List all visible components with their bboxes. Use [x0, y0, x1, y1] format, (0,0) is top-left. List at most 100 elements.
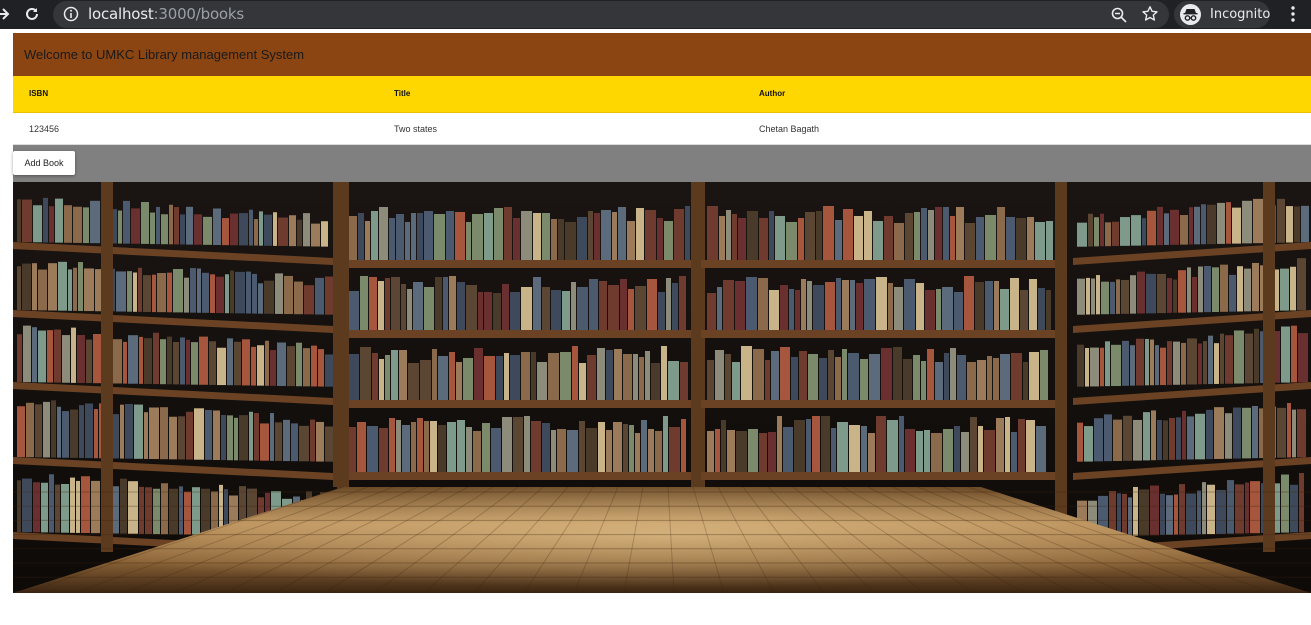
book-spine [994, 281, 999, 330]
book-spine [424, 211, 433, 260]
book-spine [463, 358, 473, 400]
book-spine [160, 407, 168, 460]
book-spine [169, 416, 177, 460]
book-spine [178, 416, 185, 460]
book-spine [1297, 409, 1306, 458]
book-spine [466, 285, 477, 330]
book-spine [118, 210, 122, 244]
book-spine [589, 279, 598, 330]
book-spine [367, 426, 378, 472]
book-spine [905, 429, 915, 472]
book-spine [1252, 405, 1258, 459]
book-spine [1005, 417, 1010, 472]
book-spine [484, 292, 492, 330]
book-spine [521, 211, 532, 260]
book-spine [942, 287, 953, 330]
book-spine [1006, 217, 1015, 260]
book-spine [79, 405, 84, 458]
book-spine [1110, 281, 1115, 315]
book-spine [1142, 218, 1146, 246]
book-spine [491, 428, 501, 472]
book-spine [379, 428, 388, 472]
url-text[interactable]: localhost:3000/books [88, 6, 244, 23]
book-spine [524, 416, 530, 472]
book-spine [242, 339, 250, 386]
book-spine [717, 287, 722, 330]
book-spine [608, 285, 619, 330]
menu-icon[interactable] [1285, 5, 1301, 23]
book-spine [443, 277, 448, 330]
book-spine [964, 276, 974, 330]
book-spine [521, 287, 532, 330]
book-spine [249, 209, 253, 246]
book-spine [225, 274, 229, 314]
book-spine [977, 360, 986, 400]
book-spine [141, 202, 149, 244]
table-row[interactable]: 123456 Two states Chetan Bagath [13, 113, 1311, 145]
book-spine [807, 281, 812, 330]
book-spine [780, 347, 790, 400]
book-spine [303, 348, 310, 387]
book-spine [1105, 341, 1110, 387]
book-spine [1208, 335, 1213, 385]
book-spine [128, 335, 138, 384]
book-spine [685, 206, 690, 260]
book-spine [205, 410, 212, 460]
incognito-profile-button[interactable]: Incognito [1174, 1, 1270, 28]
book-spine [62, 411, 69, 458]
book-spine [1029, 352, 1039, 400]
book-spine [1164, 213, 1169, 245]
book-spine [791, 357, 798, 400]
add-book-button[interactable]: Add Book [13, 151, 75, 175]
site-info-icon[interactable] [63, 6, 79, 22]
book-spine [819, 358, 827, 400]
book-spine [435, 277, 442, 330]
address-bar[interactable]: localhost:3000/books [53, 1, 1169, 28]
book-spine [64, 205, 72, 243]
book-spine [303, 213, 310, 247]
book-spine [1182, 410, 1186, 460]
book-spine [548, 353, 559, 400]
book-spine [558, 219, 564, 260]
reload-icon[interactable] [21, 3, 43, 25]
book-spine [294, 281, 303, 315]
book-spine [771, 351, 779, 400]
forward-icon[interactable] [0, 3, 14, 25]
book-spine [612, 212, 617, 260]
browser-toolbar: localhost:3000/books Incognito [0, 0, 1311, 29]
book-spine [1147, 210, 1156, 246]
book-spine [936, 289, 941, 330]
book-spine [668, 361, 679, 400]
book-spine [935, 362, 943, 400]
book-spine [349, 427, 356, 472]
book-spine [542, 213, 550, 260]
book-spine [680, 362, 688, 400]
book-spine [249, 411, 253, 461]
book-spine [1146, 273, 1156, 314]
book-spine [23, 325, 31, 383]
zoom-icon[interactable] [1110, 6, 1128, 24]
book-spine [180, 337, 185, 385]
book-spine [1167, 278, 1172, 313]
book-spine [821, 416, 830, 472]
book-spine [721, 420, 726, 472]
book-spine [825, 282, 835, 330]
book-spine [199, 336, 208, 385]
book-spine [674, 209, 684, 260]
book-spine [1086, 277, 1090, 315]
book-spine [17, 334, 22, 383]
book-spine [192, 487, 200, 535]
book-spine [1277, 407, 1286, 458]
book-spine [531, 421, 541, 472]
book-spine [812, 416, 820, 472]
book-spine [805, 212, 815, 260]
book-spine [1000, 354, 1010, 400]
book-spine [997, 207, 1005, 260]
book-spine [1245, 482, 1249, 534]
book-spine [513, 218, 520, 260]
book-spine [1301, 205, 1309, 243]
book-spine [759, 218, 768, 260]
book-spine [1157, 419, 1162, 461]
bookmark-star-icon[interactable] [1141, 5, 1159, 23]
book-spine [194, 408, 204, 460]
